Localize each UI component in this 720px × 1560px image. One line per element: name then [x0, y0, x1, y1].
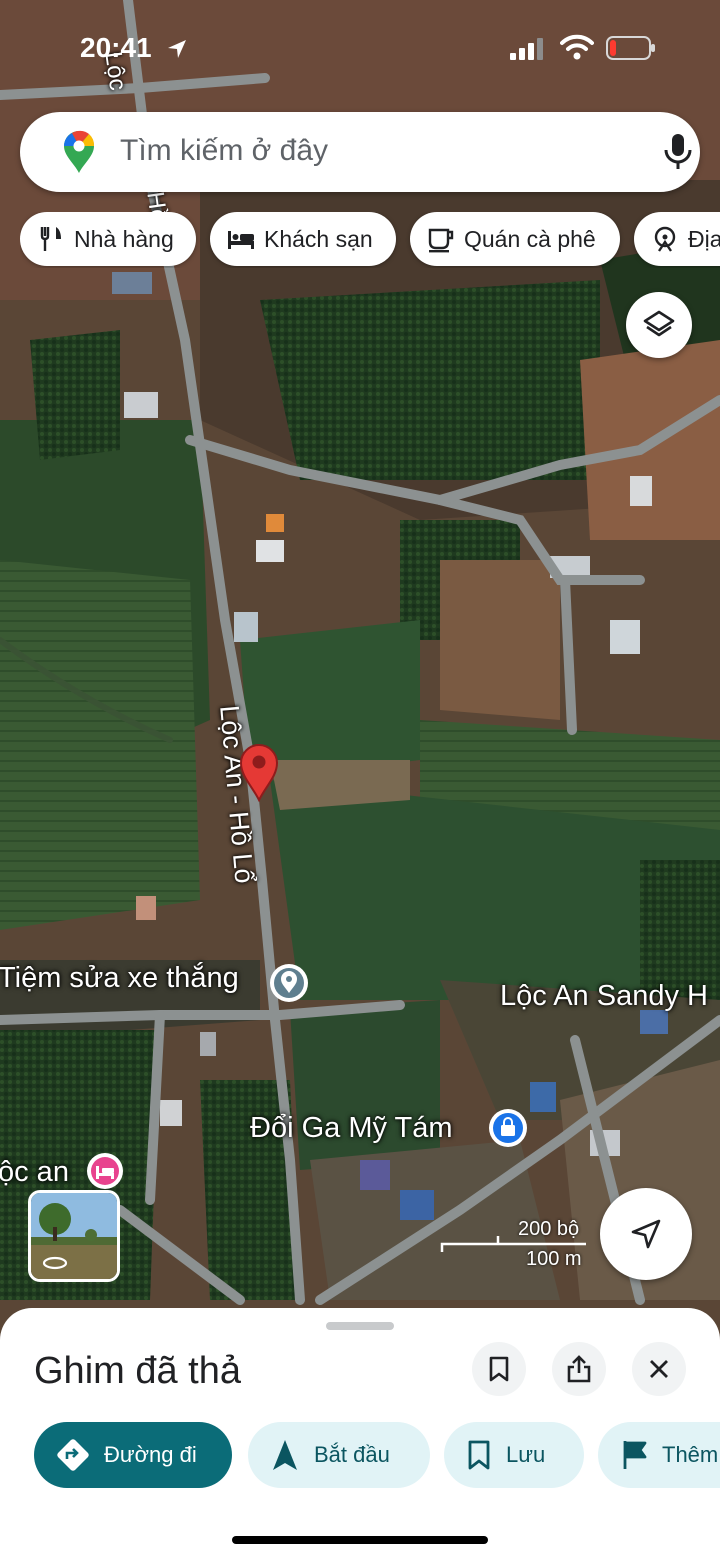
attractions-icon: [654, 226, 676, 252]
sheet-title: Ghim đã thả: [34, 1350, 241, 1392]
place-label-sandy[interactable]: Lộc An Sandy H: [500, 980, 708, 1013]
google-maps-logo-icon: [64, 130, 95, 173]
place-label-loc-an[interactable]: ộc an: [0, 1156, 69, 1189]
status-bar: 20:41: [0, 0, 720, 100]
more-button[interactable]: Thêm: [598, 1422, 720, 1488]
place-label-repair-shop[interactable]: Tiệm sửa xe thắng: [0, 962, 239, 995]
close-button[interactable]: [632, 1342, 686, 1396]
search-input[interactable]: Tìm kiếm ở đây: [120, 134, 328, 168]
home-indicator[interactable]: [232, 1536, 488, 1544]
chip-label: Địa: [688, 225, 720, 252]
flag-icon: [623, 1441, 647, 1469]
wifi-icon: [560, 34, 594, 60]
dropped-pin-sheet: Ghim đã thả Đường đi Bắt đầu Lưu Thêm: [0, 1308, 720, 1560]
location-arrow-icon: [168, 40, 186, 58]
hotel-icon[interactable]: [86, 1152, 124, 1190]
layers-button[interactable]: [626, 292, 692, 358]
chip-coffee[interactable]: Quán cà phê: [410, 212, 620, 266]
place-marker-icon[interactable]: [268, 962, 310, 1004]
my-location-button[interactable]: [600, 1188, 692, 1280]
battery-low-icon: [606, 36, 655, 60]
directions-icon: [57, 1439, 89, 1471]
action-buttons: Đường đi Bắt đầu Lưu Thêm: [34, 1422, 720, 1492]
directions-label: Đường đi: [104, 1442, 197, 1467]
bookmark-icon: [468, 1440, 490, 1470]
scale-metric: 100 m: [526, 1248, 582, 1270]
chip-hotels[interactable]: Khách sạn: [210, 212, 396, 266]
save-button[interactable]: Lưu: [444, 1422, 584, 1488]
chip-attractions[interactable]: Địa: [634, 212, 720, 266]
search-bar[interactable]: Tìm kiếm ở đây: [20, 112, 700, 192]
place-label-doi-ga[interactable]: Đổi Ga Mỹ Tám: [250, 1112, 453, 1145]
rotate-360-icon: [42, 1256, 68, 1270]
microphone-icon[interactable]: [660, 132, 696, 172]
chip-label: Nhà hàng: [74, 225, 174, 252]
share-icon: [567, 1355, 591, 1383]
navigation-icon: [273, 1440, 297, 1470]
save-icon-button[interactable]: [472, 1342, 526, 1396]
layers-icon: [643, 310, 675, 337]
status-time: 20:41: [80, 32, 152, 63]
share-button[interactable]: [552, 1342, 606, 1396]
map-scale: 200 bộ 100 m: [440, 1218, 590, 1272]
more-label: Thêm: [662, 1442, 719, 1467]
cellular-signal-icon: [510, 38, 543, 60]
coffee-icon: [428, 228, 454, 253]
navigation-arrow-icon: [631, 1219, 661, 1249]
shopping-bag-icon[interactable]: [488, 1108, 528, 1148]
hotel-bed-icon: [228, 231, 254, 249]
directions-button[interactable]: Đường đi: [34, 1422, 232, 1488]
restaurant-icon: [40, 227, 61, 251]
street-view-thumbnail[interactable]: [28, 1190, 120, 1282]
chip-label: Quán cà phê: [464, 225, 596, 252]
category-chips: Nhà hàng Khách sạn Quán cà phê Địa: [20, 212, 720, 268]
scale-imperial: 200 bộ: [518, 1218, 580, 1240]
chip-label: Khách sạn: [264, 225, 373, 252]
bookmark-icon: [489, 1356, 509, 1382]
chip-restaurants[interactable]: Nhà hàng: [20, 212, 196, 266]
close-icon: [650, 1360, 668, 1378]
save-label: Lưu: [506, 1442, 546, 1467]
dropped-pin-icon[interactable]: [238, 742, 280, 802]
start-button[interactable]: Bắt đầu: [248, 1422, 430, 1488]
start-label: Bắt đầu: [314, 1442, 390, 1467]
sheet-drag-handle[interactable]: [326, 1322, 394, 1330]
